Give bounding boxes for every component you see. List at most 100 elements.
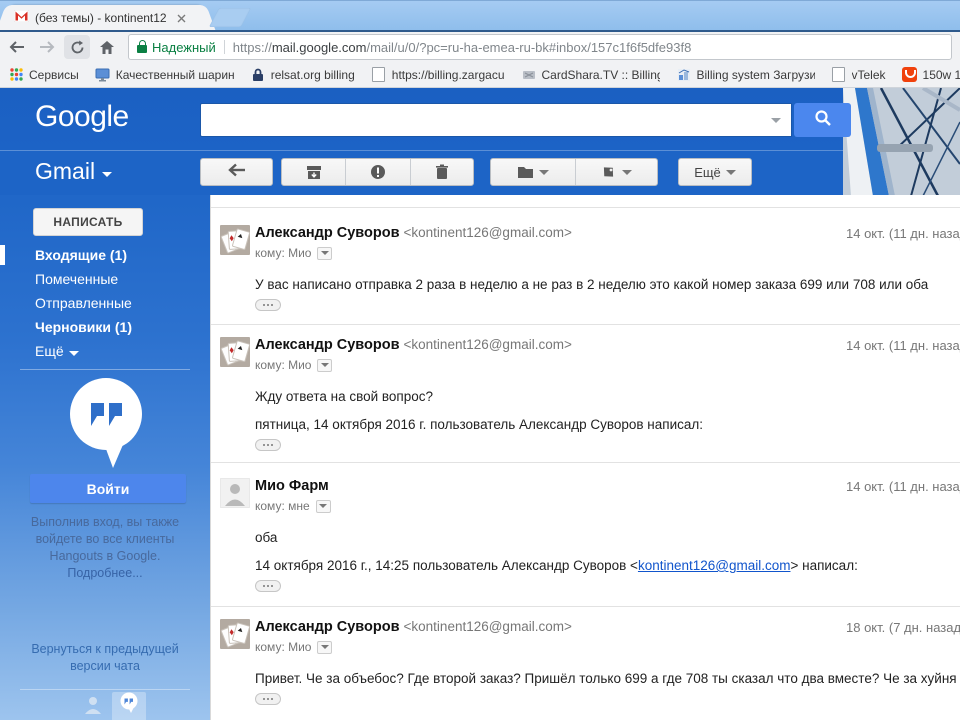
email-body-line: Жду ответа на свой вопрос? (255, 389, 434, 404)
aliexpress-icon (902, 67, 918, 83)
email-recipients: кому: Мио (255, 358, 333, 372)
bookmark-servisy[interactable]: Сервисы (8, 67, 79, 83)
browser-tabstrip: (без темы) - kontinent12 (0, 0, 960, 31)
bookmark-cardshara[interactable]: CardShara.TV :: Billing (521, 67, 660, 83)
back-link-line: версии чата (70, 659, 140, 673)
billing-icon (676, 67, 692, 83)
search-options-arrow-icon[interactable] (771, 118, 781, 123)
bookmark-vtelek[interactable]: vTelek (831, 67, 886, 83)
sidebar-item-inbox[interactable]: Входящие (1) (35, 243, 200, 267)
details-dropdown-icon[interactable] (317, 358, 333, 372)
to-label: кому: мне (255, 499, 310, 513)
email-message[interactable]: Александр Суворов <kontinent126@gmail.com… (211, 337, 960, 455)
hangouts-more-link[interactable]: Подробнее... (10, 565, 200, 582)
hangouts-small-icon (120, 692, 138, 713)
url-path: /mail/u/0/?pc=ru-ha-emea-ru-bk#inbox/157… (366, 39, 692, 55)
bookmark-sharing[interactable]: Качественный шарин (95, 67, 234, 83)
url-host: mail.google.com (271, 39, 367, 55)
sender-address: <kontinent126@gmail.com> (403, 619, 572, 634)
bookmark-relsat[interactable]: relsat.org billing (250, 67, 355, 83)
email-body-line: пятница, 14 октября 2016 г. пользователь… (255, 417, 704, 432)
hangouts-tab[interactable] (112, 692, 146, 720)
google-logo: Google (35, 100, 129, 133)
hangouts-info-line: Hangouts в Google. (49, 549, 161, 563)
list-divider (211, 462, 960, 463)
browser-tab-active[interactable]: (без темы) - kontinent12 (8, 5, 204, 31)
email-message[interactable]: Александр Суворов <kontinent126@gmail.com… (211, 225, 960, 315)
chevron-down-icon (725, 169, 736, 175)
more-actions-button[interactable]: Ещё (678, 158, 752, 186)
list-divider (211, 207, 960, 208)
sender-name: Александр Суворов (255, 225, 400, 241)
url-text[interactable]: https://mail.google.com/mail/u/0/?pc=ru-… (233, 40, 692, 55)
archive-button[interactable] (282, 159, 347, 185)
to-label: кому: Мио (255, 358, 312, 372)
back-to-inbox-button[interactable] (200, 158, 273, 186)
reload-icon[interactable] (64, 35, 90, 59)
details-dropdown-icon[interactable] (317, 246, 333, 260)
show-trimmed-content-button[interactable] (255, 299, 281, 311)
spam-button[interactable] (346, 159, 411, 185)
search-input[interactable] (200, 103, 792, 137)
quote-text: 14 октября 2016 г., 14:25 пользователь А… (255, 558, 638, 573)
email-body-line: оба (255, 530, 278, 545)
delete-button[interactable] (411, 159, 473, 185)
url-bar[interactable]: Надежный https://mail.google.com/mail/u/… (128, 34, 952, 60)
home-icon[interactable] (94, 35, 120, 59)
bookmark-label: https://billing.zargacu (391, 67, 505, 82)
sidebar-divider (20, 689, 190, 690)
monitor-icon (95, 67, 111, 83)
previous-chat-version-link[interactable]: Вернуться к предыдущей версии чата (10, 641, 200, 675)
bookmark-label: 150w 1000w (922, 67, 960, 82)
gmail-toolbar (0, 150, 960, 195)
tab-close-icon[interactable] (177, 14, 186, 23)
sidebar-item-sent[interactable]: Отправленные (35, 291, 200, 315)
forward-icon[interactable] (34, 35, 60, 59)
apps-grid-icon (8, 67, 24, 83)
bookmark-150w[interactable]: 150w 1000w (902, 67, 960, 83)
gmail-menu[interactable]: Gmail (35, 158, 113, 185)
spam-icon (370, 165, 385, 179)
sender-email-link[interactable]: kontinent126@gmail.com (638, 558, 791, 573)
bookmark-label: Качественный шарин (115, 67, 234, 82)
back-arrow-icon (227, 163, 247, 182)
labels-button[interactable] (576, 159, 658, 185)
sidebar-item-starred[interactable]: Помеченные (35, 267, 200, 291)
show-trimmed-content-button[interactable] (255, 693, 281, 705)
hangouts-info-line: Выполнив вход, вы также (30, 515, 180, 529)
compose-button[interactable]: НАПИСАТЬ (33, 208, 143, 236)
show-trimmed-content-button[interactable] (255, 580, 281, 592)
email-message[interactable]: Александр Суворов <kontinent126@gmail.com… (211, 619, 960, 720)
contacts-tab[interactable] (76, 695, 110, 720)
new-tab-button[interactable] (208, 8, 252, 27)
email-header: Александр Суворов <kontinent126@gmail.com… (255, 619, 572, 635)
sender-address: <kontinent126@gmail.com> (403, 337, 572, 352)
search-button[interactable] (794, 103, 851, 137)
back-icon[interactable] (4, 35, 30, 59)
show-trimmed-content-button[interactable] (255, 439, 281, 451)
conversation-list: Александр Суворов <kontinent126@gmail.com… (210, 195, 960, 720)
sidebar-item-drafts[interactable]: Черновики (1) (35, 315, 200, 339)
sidebar-item-more[interactable]: Ещё (35, 339, 200, 363)
hangouts-signin-button[interactable]: Войти (30, 474, 186, 503)
email-date: 14 окт. (11 дн. назад) (846, 338, 960, 353)
to-label: кому: Мио (255, 640, 312, 654)
bookmark-label: CardShara.TV :: Billing (541, 67, 660, 82)
gmail-wordmark: Gmail (35, 158, 96, 184)
label-icon (604, 166, 614, 177)
active-item-indicator (0, 245, 5, 265)
email-message[interactable]: Мио Фарм 14 окт. (11 дн. назад) кому: мн… (211, 478, 960, 596)
screen: (без темы) - kontinent12 Надежный https:… (0, 0, 960, 720)
bookmark-billing-system[interactable]: Billing system Загрузи (676, 67, 815, 83)
details-dropdown-icon[interactable] (315, 499, 331, 513)
chevron-down-icon (622, 169, 633, 175)
move-to-button[interactable] (491, 159, 576, 185)
email-date: 18 окт. (7 дн. назад) (846, 620, 960, 635)
sender-name: Мио Фарм (255, 478, 329, 494)
hangouts-info-line: войдете во все клиенты (35, 532, 175, 546)
secure-label[interactable]: Надежный (152, 40, 216, 55)
person-icon (85, 697, 101, 714)
details-dropdown-icon[interactable] (317, 640, 333, 654)
bookmark-billing-zarg[interactable]: https://billing.zargacu (371, 67, 505, 83)
email-date: 14 окт. (11 дн. назад) (846, 479, 960, 494)
